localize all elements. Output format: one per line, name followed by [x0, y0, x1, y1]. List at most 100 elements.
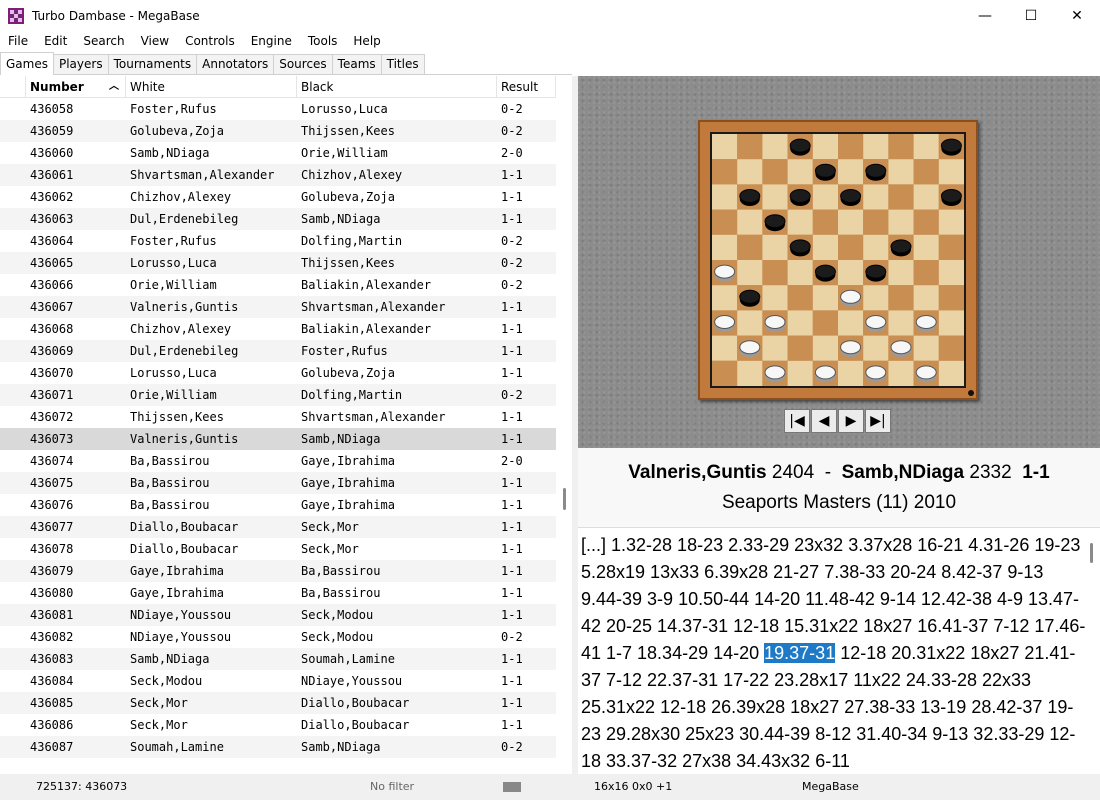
next-move-button[interactable]: ▶ — [838, 409, 864, 433]
last-move-button[interactable]: ▶| — [865, 409, 891, 433]
table-row[interactable]: 436082 NDiaye,Youssou Seck,Modou 0-2 — [0, 626, 556, 648]
white-piece[interactable] — [915, 365, 937, 380]
dark-square[interactable] — [762, 159, 788, 185]
games-list-scrollbar[interactable] — [557, 76, 572, 774]
light-square[interactable] — [712, 234, 738, 260]
menu-engine[interactable]: Engine — [243, 31, 300, 51]
light-square[interactable] — [737, 310, 763, 336]
light-square[interactable] — [762, 234, 788, 260]
light-square[interactable] — [913, 335, 939, 361]
light-square[interactable] — [812, 335, 838, 361]
table-row[interactable]: 436061 Shvartsman,Alexander Chizhov,Alexey… — [0, 164, 556, 186]
black-piece[interactable] — [865, 163, 887, 178]
white-piece[interactable] — [865, 365, 887, 380]
white-piece[interactable] — [840, 340, 862, 355]
dark-square[interactable] — [787, 335, 813, 361]
dark-square[interactable] — [838, 134, 864, 160]
draughts-board[interactable] — [710, 132, 966, 388]
table-row[interactable]: 436076 Ba,Bassirou Gaye,Ibrahima 1-1 — [0, 494, 556, 516]
tab-tournaments[interactable]: Tournaments — [107, 54, 198, 74]
table-row[interactable]: 436070 Lorusso,Luca Golubeva,Zoja 1-1 — [0, 362, 556, 384]
light-square[interactable] — [888, 360, 914, 386]
white-piece[interactable] — [890, 340, 912, 355]
table-row[interactable]: 436062 Chizhov,Alexey Golubeva,Zoja 1-1 — [0, 186, 556, 208]
light-square[interactable] — [938, 159, 964, 185]
light-square[interactable] — [762, 134, 788, 160]
black-piece[interactable] — [764, 214, 786, 229]
notation-scroll-thumb[interactable] — [1090, 543, 1093, 563]
table-row[interactable]: 436060 Samb,NDiaga Orie,William 2-0 — [0, 142, 556, 164]
dark-square[interactable] — [863, 209, 889, 235]
black-piece[interactable] — [739, 189, 761, 203]
light-square[interactable] — [737, 260, 763, 286]
white-piece[interactable] — [714, 315, 736, 329]
white-piece[interactable] — [814, 365, 836, 380]
menu-view[interactable]: View — [133, 31, 177, 51]
table-row[interactable]: 436068 Chizhov,Alexey Baliakin,Alexander 1-… — [0, 318, 556, 340]
table-row[interactable]: 436085 Seck,Mor Diallo,Boubacar 1-1 — [0, 692, 556, 714]
black-piece[interactable] — [814, 264, 836, 279]
dark-square[interactable] — [812, 209, 838, 235]
black-piece[interactable] — [890, 239, 912, 254]
first-move-button[interactable]: |◀ — [784, 409, 810, 433]
light-square[interactable] — [913, 285, 939, 311]
light-square[interactable] — [712, 285, 738, 311]
dark-square[interactable] — [812, 310, 838, 336]
light-square[interactable] — [812, 234, 838, 260]
table-row[interactable]: 436075 Ba,Bassirou Gaye,Ibrahima 1-1 — [0, 472, 556, 494]
column-header-black[interactable]: Black — [297, 76, 497, 98]
column-header-number[interactable]: Number ︿ — [26, 76, 126, 98]
menu-help[interactable]: Help — [345, 31, 388, 51]
table-row[interactable]: 436078 Diallo,Boubacar Seck,Mor 1-1 — [0, 538, 556, 560]
light-square[interactable] — [838, 209, 864, 235]
tab-games[interactable]: Games — [0, 52, 54, 75]
menu-search[interactable]: Search — [75, 31, 132, 51]
minimize-button[interactable]: — — [962, 0, 1008, 31]
light-square[interactable] — [787, 360, 813, 386]
tab-annotators[interactable]: Annotators — [196, 54, 275, 74]
table-row[interactable]: 436071 Orie,William Dolfing,Martin 0-2 — [0, 384, 556, 406]
white-piece[interactable] — [865, 315, 887, 329]
black-piece[interactable] — [739, 289, 761, 304]
light-square[interactable] — [787, 209, 813, 235]
table-row[interactable]: 436069 Dul,Erdenebileg Foster,Rufus 1-1 — [0, 340, 556, 362]
light-square[interactable] — [938, 310, 964, 336]
light-square[interactable] — [888, 209, 914, 235]
white-piece[interactable] — [840, 289, 862, 304]
light-square[interactable] — [838, 310, 864, 336]
table-row[interactable]: 436059 Golubeva,Zoja Thijssen,Kees 0-2 — [0, 120, 556, 142]
table-row[interactable]: 436083 Samb,NDiaga Soumah,Lamine 1-1 — [0, 648, 556, 670]
light-square[interactable] — [863, 134, 889, 160]
table-row[interactable]: 436077 Diallo,Boubacar Seck,Mor 1-1 — [0, 516, 556, 538]
light-square[interactable] — [812, 184, 838, 210]
table-row[interactable]: 436073 Valneris,Guntis Samb,NDiaga 1-1 — [0, 428, 556, 450]
black-piece[interactable] — [865, 264, 887, 279]
dark-square[interactable] — [787, 285, 813, 311]
light-square[interactable] — [913, 184, 939, 210]
dark-square[interactable] — [938, 234, 964, 260]
light-square[interactable] — [938, 360, 964, 386]
table-row[interactable]: 436074 Ba,Bassirou Gaye,Ibrahima 2-0 — [0, 450, 556, 472]
black-piece[interactable] — [940, 189, 962, 203]
light-square[interactable] — [938, 209, 964, 235]
white-piece[interactable] — [764, 365, 786, 380]
light-square[interactable] — [787, 310, 813, 336]
menu-file[interactable]: File — [0, 31, 36, 51]
close-button[interactable]: ✕ — [1054, 0, 1100, 31]
white-piece[interactable] — [714, 264, 736, 279]
light-square[interactable] — [812, 134, 838, 160]
dark-square[interactable] — [762, 260, 788, 286]
table-row[interactable]: 436081 NDiaye,Youssou Seck,Modou 1-1 — [0, 604, 556, 626]
menu-tools[interactable]: Tools — [300, 31, 346, 51]
table-row[interactable]: 436080 Gaye,Ibrahima Ba,Bassirou 1-1 — [0, 582, 556, 604]
menu-controls[interactable]: Controls — [177, 31, 243, 51]
dark-square[interactable] — [838, 234, 864, 260]
table-row[interactable]: 436087 Soumah,Lamine Samb,NDiaga 0-2 — [0, 736, 556, 758]
black-piece[interactable] — [789, 239, 811, 254]
light-square[interactable] — [863, 285, 889, 311]
table-row[interactable]: 436066 Orie,William Baliakin,Alexander 0-2 — [0, 274, 556, 296]
light-square[interactable] — [762, 335, 788, 361]
white-piece[interactable] — [764, 315, 786, 329]
light-square[interactable] — [888, 310, 914, 336]
previous-move-button[interactable]: ◀ — [811, 409, 837, 433]
